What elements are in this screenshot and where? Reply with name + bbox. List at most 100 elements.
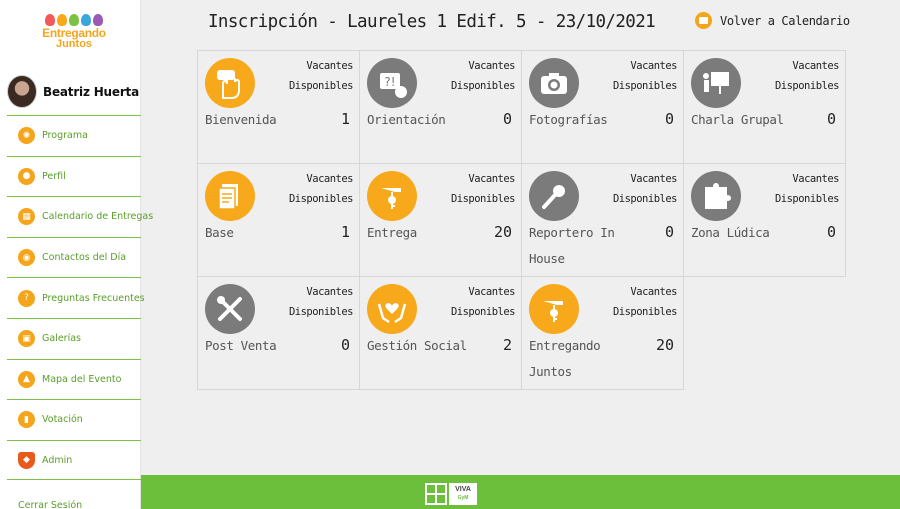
vacancies-count: 0 bbox=[664, 223, 674, 241]
activity-card-entregando-juntos[interactable]: Vacantes Disponibles Entregando Juntos 20 bbox=[521, 276, 684, 390]
vacancies-count: 0 bbox=[826, 110, 836, 128]
activity-card-orientacion[interactable]: ?! Vacantes Disponibles Orientación 0 bbox=[359, 50, 522, 164]
vacancies-label: Vacantes Disponibles bbox=[450, 60, 516, 92]
vacancies-label: Vacantes Disponibles bbox=[288, 173, 354, 205]
user-profile[interactable]: Beatriz Huerta bbox=[7, 75, 139, 108]
question-bubble-icon: ?! bbox=[367, 58, 417, 108]
svg-text:?!: ?! bbox=[384, 75, 395, 89]
sidebar-item-label: Preguntas Frecuentes bbox=[42, 292, 145, 304]
activity-name: Zona Lúdica bbox=[691, 225, 770, 240]
back-to-calendar-link[interactable]: Volver a Calendario bbox=[695, 12, 850, 29]
chat-icon: ◉ bbox=[18, 249, 35, 267]
avatar bbox=[7, 75, 37, 108]
vacancies-label: Vacantes Disponibles bbox=[612, 60, 678, 92]
calendar-icon: ▦ bbox=[18, 208, 35, 226]
sidebar-item-admin[interactable]: ◆ Admin bbox=[7, 439, 141, 481]
viva-gym-logo: VIVA GyM bbox=[425, 483, 477, 505]
vacancies-label: Vacantes Disponibles bbox=[774, 173, 840, 205]
image-icon: ▣ bbox=[18, 330, 35, 348]
heart-hands-icon bbox=[367, 284, 417, 334]
vacancies-count: 0 bbox=[502, 110, 512, 128]
activity-name: Gestión Social bbox=[367, 338, 467, 353]
user-name: Beatriz Huerta bbox=[43, 84, 139, 99]
sidebar-item-label: Votación bbox=[42, 414, 83, 426]
activity-grid: Vacantes Disponibles Bienvenida 1 ?! Vaca… bbox=[197, 50, 847, 392]
activity-card-zona-ludica[interactable]: Vacantes Disponibles Zona Lúdica 0 bbox=[683, 163, 846, 277]
sidebar-item-votacion[interactable]: ▮ Votación bbox=[7, 399, 141, 440]
activity-card-gestion-social[interactable]: Vacantes Disponibles Gestión Social 2 bbox=[359, 276, 522, 390]
hand-wave-icon bbox=[205, 58, 255, 108]
vote-icon: ▮ bbox=[18, 411, 35, 429]
activity-name: Base bbox=[205, 225, 234, 240]
sidebar-item-perfil[interactable]: ● Perfil bbox=[7, 155, 141, 197]
documents-icon bbox=[205, 171, 255, 221]
activity-card-fotografias[interactable]: Vacantes Disponibles Fotografías 0 bbox=[521, 50, 684, 164]
sidebar-item-label: Contactos del Día bbox=[42, 252, 127, 264]
vacancies-count: 2 bbox=[502, 336, 512, 354]
sidebar-item-label: Perfil bbox=[42, 170, 66, 182]
compass-icon: ✺ bbox=[18, 127, 35, 145]
activity-card-base[interactable]: Vacantes Disponibles Base 1 bbox=[197, 163, 360, 277]
camera-icon bbox=[529, 58, 579, 108]
key-handover-icon bbox=[529, 284, 579, 334]
activity-name: Orientación bbox=[367, 112, 446, 127]
vacancies-label: Vacantes Disponibles bbox=[612, 173, 678, 205]
calendar-icon bbox=[695, 12, 712, 29]
page-title: Inscripción - Laureles 1 Edif. 5 - 23/10… bbox=[208, 12, 656, 32]
question-icon: ? bbox=[18, 289, 35, 307]
sidebar-item-contactos[interactable]: ◉ Contactos del Día bbox=[7, 236, 141, 278]
tools-icon bbox=[205, 284, 255, 334]
sidebar-item-label: Galerías bbox=[42, 333, 81, 345]
map-icon: ▲ bbox=[18, 370, 35, 388]
person-icon: ● bbox=[18, 167, 35, 185]
vacancies-label: Vacantes Disponibles bbox=[288, 286, 354, 318]
vacancies-count: 0 bbox=[664, 110, 674, 128]
sidebar-menu: ✺ Programa ● Perfil ▦ Calendario de Entr… bbox=[7, 115, 153, 481]
sidebar-item-label: Admin bbox=[42, 454, 73, 466]
viva-grid-icon bbox=[425, 483, 447, 505]
vacancies-label: Vacantes Disponibles bbox=[450, 286, 516, 318]
vacancies-count: 0 bbox=[340, 336, 350, 354]
sidebar-item-calendario[interactable]: ▦ Calendario de Entregas bbox=[7, 196, 153, 237]
vacancies-count: 1 bbox=[340, 223, 350, 241]
key-handover-icon bbox=[367, 171, 417, 221]
activity-name: Charla Grupal bbox=[691, 112, 784, 127]
activity-card-entrega[interactable]: Vacantes Disponibles Entrega 20 bbox=[359, 163, 522, 277]
activity-card-reportero-in-house[interactable]: Vacantes Disponibles Reportero In House 0 bbox=[521, 163, 684, 277]
sidebar-item-label: Calendario de Entregas bbox=[42, 211, 154, 223]
sidebar-item-galerias[interactable]: ▣ Galerías bbox=[7, 317, 141, 359]
logout-link[interactable]: Cerrar Sesión bbox=[18, 500, 82, 509]
activity-name: Fotografías bbox=[529, 112, 608, 127]
vacancies-count: 20 bbox=[493, 223, 512, 241]
activity-card-post-venta[interactable]: Vacantes Disponibles Post Venta 0 bbox=[197, 276, 360, 390]
activity-card-bienvenida[interactable]: Vacantes Disponibles Bienvenida 1 bbox=[197, 50, 360, 164]
back-link-label: Volver a Calendario bbox=[720, 13, 850, 28]
vacancies-label: Vacantes Disponibles bbox=[450, 173, 516, 205]
shield-icon: ◆ bbox=[18, 451, 35, 469]
vacancies-count: 1 bbox=[340, 110, 350, 128]
vacancies-label: Vacantes Disponibles bbox=[288, 60, 354, 92]
sidebar-item-programa[interactable]: ✺ Programa bbox=[7, 115, 141, 156]
sidebar-item-preguntas[interactable]: ? Preguntas Frecuentes bbox=[7, 277, 145, 318]
presentation-icon bbox=[691, 58, 741, 108]
sidebar: Entregando Juntos Beatriz Huerta ✺ Progr… bbox=[0, 0, 153, 509]
activity-name: Entregando Juntos bbox=[529, 338, 601, 379]
sidebar-item-mapa[interactable]: ▲ Mapa del Evento bbox=[7, 358, 141, 400]
activity-name: Bienvenida bbox=[205, 112, 277, 127]
vacancies-label: Vacantes Disponibles bbox=[774, 60, 840, 92]
vacancies-count: 20 bbox=[655, 336, 674, 354]
activity-name: Entrega bbox=[367, 225, 417, 240]
activity-card-charla-grupal[interactable]: Vacantes Disponibles Charla Grupal 0 bbox=[683, 50, 846, 164]
microphone-icon bbox=[529, 171, 579, 221]
logo-text-line2: Juntos bbox=[55, 38, 93, 50]
entregando-juntos-logo[interactable]: Entregando Juntos bbox=[36, 14, 112, 60]
activity-name: Post Venta bbox=[205, 338, 277, 353]
puzzle-icon bbox=[691, 171, 741, 221]
logo-heads-icon bbox=[36, 14, 112, 26]
footer: VIVA GyM bbox=[141, 475, 900, 509]
viva-logo-text: VIVA GyM bbox=[449, 483, 477, 505]
sidebar-item-label: Mapa del Evento bbox=[42, 373, 122, 385]
vacancies-label: Vacantes Disponibles bbox=[612, 286, 678, 318]
sidebar-item-label: Programa bbox=[42, 130, 88, 142]
vacancies-count: 0 bbox=[826, 223, 836, 241]
